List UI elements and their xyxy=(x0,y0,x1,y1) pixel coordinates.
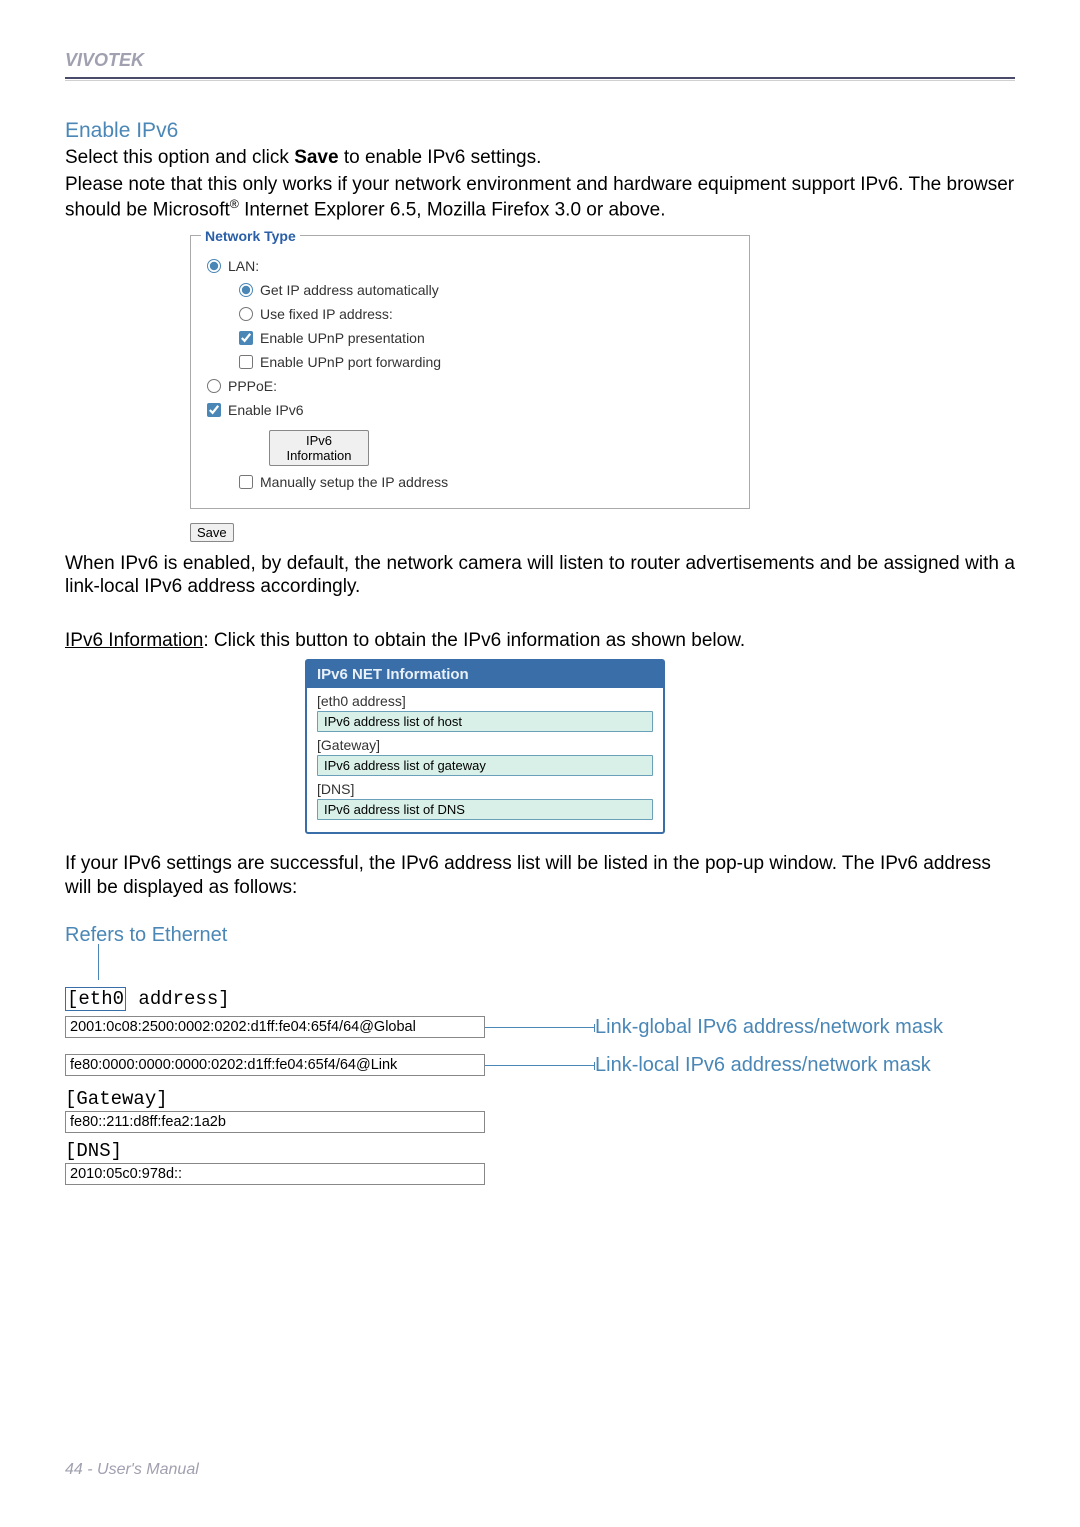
pppoe-radio[interactable] xyxy=(207,379,221,393)
enable-ipv6-checkbox[interactable] xyxy=(207,403,221,417)
eth0-highlight: [eth0 xyxy=(65,987,126,1011)
global-address-value: 2001:0c08:2500:0002:0202:d1ff:fe04:65f4/… xyxy=(65,1016,485,1038)
registered-mark: ® xyxy=(230,197,239,211)
refers-indicator-line xyxy=(98,944,99,980)
gateway-heading: [Gateway] xyxy=(65,1088,485,1110)
text: : Click this button to obtain the IPv6 i… xyxy=(203,630,745,651)
intro-paragraph-1: Select this option and click Save to ena… xyxy=(65,146,1015,170)
callout-connector xyxy=(485,1027,595,1028)
text: Internet Explorer 6.5, Mozilla Firefox 3… xyxy=(239,199,666,220)
save-bold: Save xyxy=(294,147,338,168)
section-title-enable-ipv6: Enable IPv6 xyxy=(65,119,1015,143)
enable-ipv6-label: Enable IPv6 xyxy=(228,402,304,418)
link-address-value: fe80:0000:0000:0000:0202:d1ff:fe04:65f4/… xyxy=(65,1054,485,1076)
gateway-value: fe80::211:d8ff:fea2:1a2b xyxy=(65,1111,485,1133)
pppoe-label: PPPoE: xyxy=(228,378,277,394)
lan-row[interactable]: LAN: xyxy=(207,258,739,274)
gateway-label: [Gateway] xyxy=(307,732,663,753)
dns-heading: [DNS] xyxy=(65,1140,485,1162)
network-type-panel: Network Type LAN: Get IP address automat… xyxy=(190,228,750,509)
lan-radio[interactable] xyxy=(207,259,221,273)
ipv6-enabled-paragraph: When IPv6 is enabled, by default, the ne… xyxy=(65,552,1015,600)
get-ip-radio[interactable] xyxy=(239,283,253,297)
ipv6-info-underline: IPv6 Information xyxy=(65,630,203,651)
ipv6-success-paragraph: If your IPv6 settings are successful, th… xyxy=(65,852,1015,900)
get-ip-row[interactable]: Get IP address automatically xyxy=(239,282,739,298)
page-footer: 44 - User's Manual xyxy=(65,1461,199,1479)
manual-ip-row[interactable]: Manually setup the IP address xyxy=(239,474,739,490)
upnp-port-checkbox[interactable] xyxy=(239,355,253,369)
dns-label: [DNS] xyxy=(307,776,663,797)
network-type-fieldset: Network Type LAN: Get IP address automat… xyxy=(190,228,750,509)
dns-field: IPv6 address list of DNS xyxy=(317,799,653,820)
eth0-address-heading: [eth0 address] xyxy=(65,988,1015,1010)
callout-global: Link-global IPv6 address/network mask xyxy=(595,1011,1015,1043)
dns-value: 2010:05c0:978d:: xyxy=(65,1163,485,1185)
manual-ip-label: Manually setup the IP address xyxy=(260,474,448,490)
text: address] xyxy=(127,988,230,1010)
lan-label: LAN: xyxy=(228,258,259,274)
ethernet-example-block: Refers to Ethernet [eth0 address] 2001:0… xyxy=(65,924,1015,1185)
pppoe-row[interactable]: PPPoE: xyxy=(207,378,739,394)
ipv6-panel-title: IPv6 NET Information xyxy=(307,661,663,688)
refers-to-ethernet-label: Refers to Ethernet xyxy=(65,924,1015,947)
link-address-row: fe80:0000:0000:0000:0202:d1ff:fe04:65f4/… xyxy=(65,1049,1015,1081)
upnp-presentation-row[interactable]: Enable UPnP presentation xyxy=(239,330,739,346)
upnp-port-label: Enable UPnP port forwarding xyxy=(260,354,441,370)
callout-link: Link-local IPv6 address/network mask xyxy=(595,1049,1015,1081)
fixed-ip-row[interactable]: Use fixed IP address: xyxy=(239,306,739,322)
get-ip-label: Get IP address automatically xyxy=(260,282,439,298)
save-button[interactable]: Save xyxy=(190,523,234,542)
upnp-presentation-checkbox[interactable] xyxy=(239,331,253,345)
gateway-dns-column: [Gateway] fe80::211:d8ff:fea2:1a2b [DNS]… xyxy=(65,1088,485,1185)
brand-header: VIVOTEK xyxy=(65,50,1015,71)
manual-ip-checkbox[interactable] xyxy=(239,475,253,489)
intro-paragraph-2: Please note that this only works if your… xyxy=(65,173,1015,222)
gateway-field: IPv6 address list of gateway xyxy=(317,755,653,776)
text: Select this option and click xyxy=(65,147,294,168)
text: to enable IPv6 settings. xyxy=(339,147,542,168)
header-divider xyxy=(65,77,1015,81)
network-type-legend: Network Type xyxy=(201,228,300,244)
upnp-port-row[interactable]: Enable UPnP port forwarding xyxy=(239,354,739,370)
callout-connector xyxy=(485,1065,595,1066)
ipv6-info-paragraph: IPv6 Information: Click this button to o… xyxy=(65,629,1015,653)
ipv6-net-info-panel: IPv6 NET Information [eth0 address] IPv6… xyxy=(305,659,665,834)
enable-ipv6-row[interactable]: Enable IPv6 xyxy=(207,402,739,418)
global-address-row: 2001:0c08:2500:0002:0202:d1ff:fe04:65f4/… xyxy=(65,1011,1015,1043)
fixed-ip-label: Use fixed IP address: xyxy=(260,306,393,322)
ipv6-information-button[interactable]: IPv6 Information xyxy=(269,430,369,466)
fixed-ip-radio[interactable] xyxy=(239,307,253,321)
upnp-presentation-label: Enable UPnP presentation xyxy=(260,330,425,346)
eth0-address-label: [eth0 address] xyxy=(307,688,663,709)
eth0-address-field: IPv6 address list of host xyxy=(317,711,653,732)
